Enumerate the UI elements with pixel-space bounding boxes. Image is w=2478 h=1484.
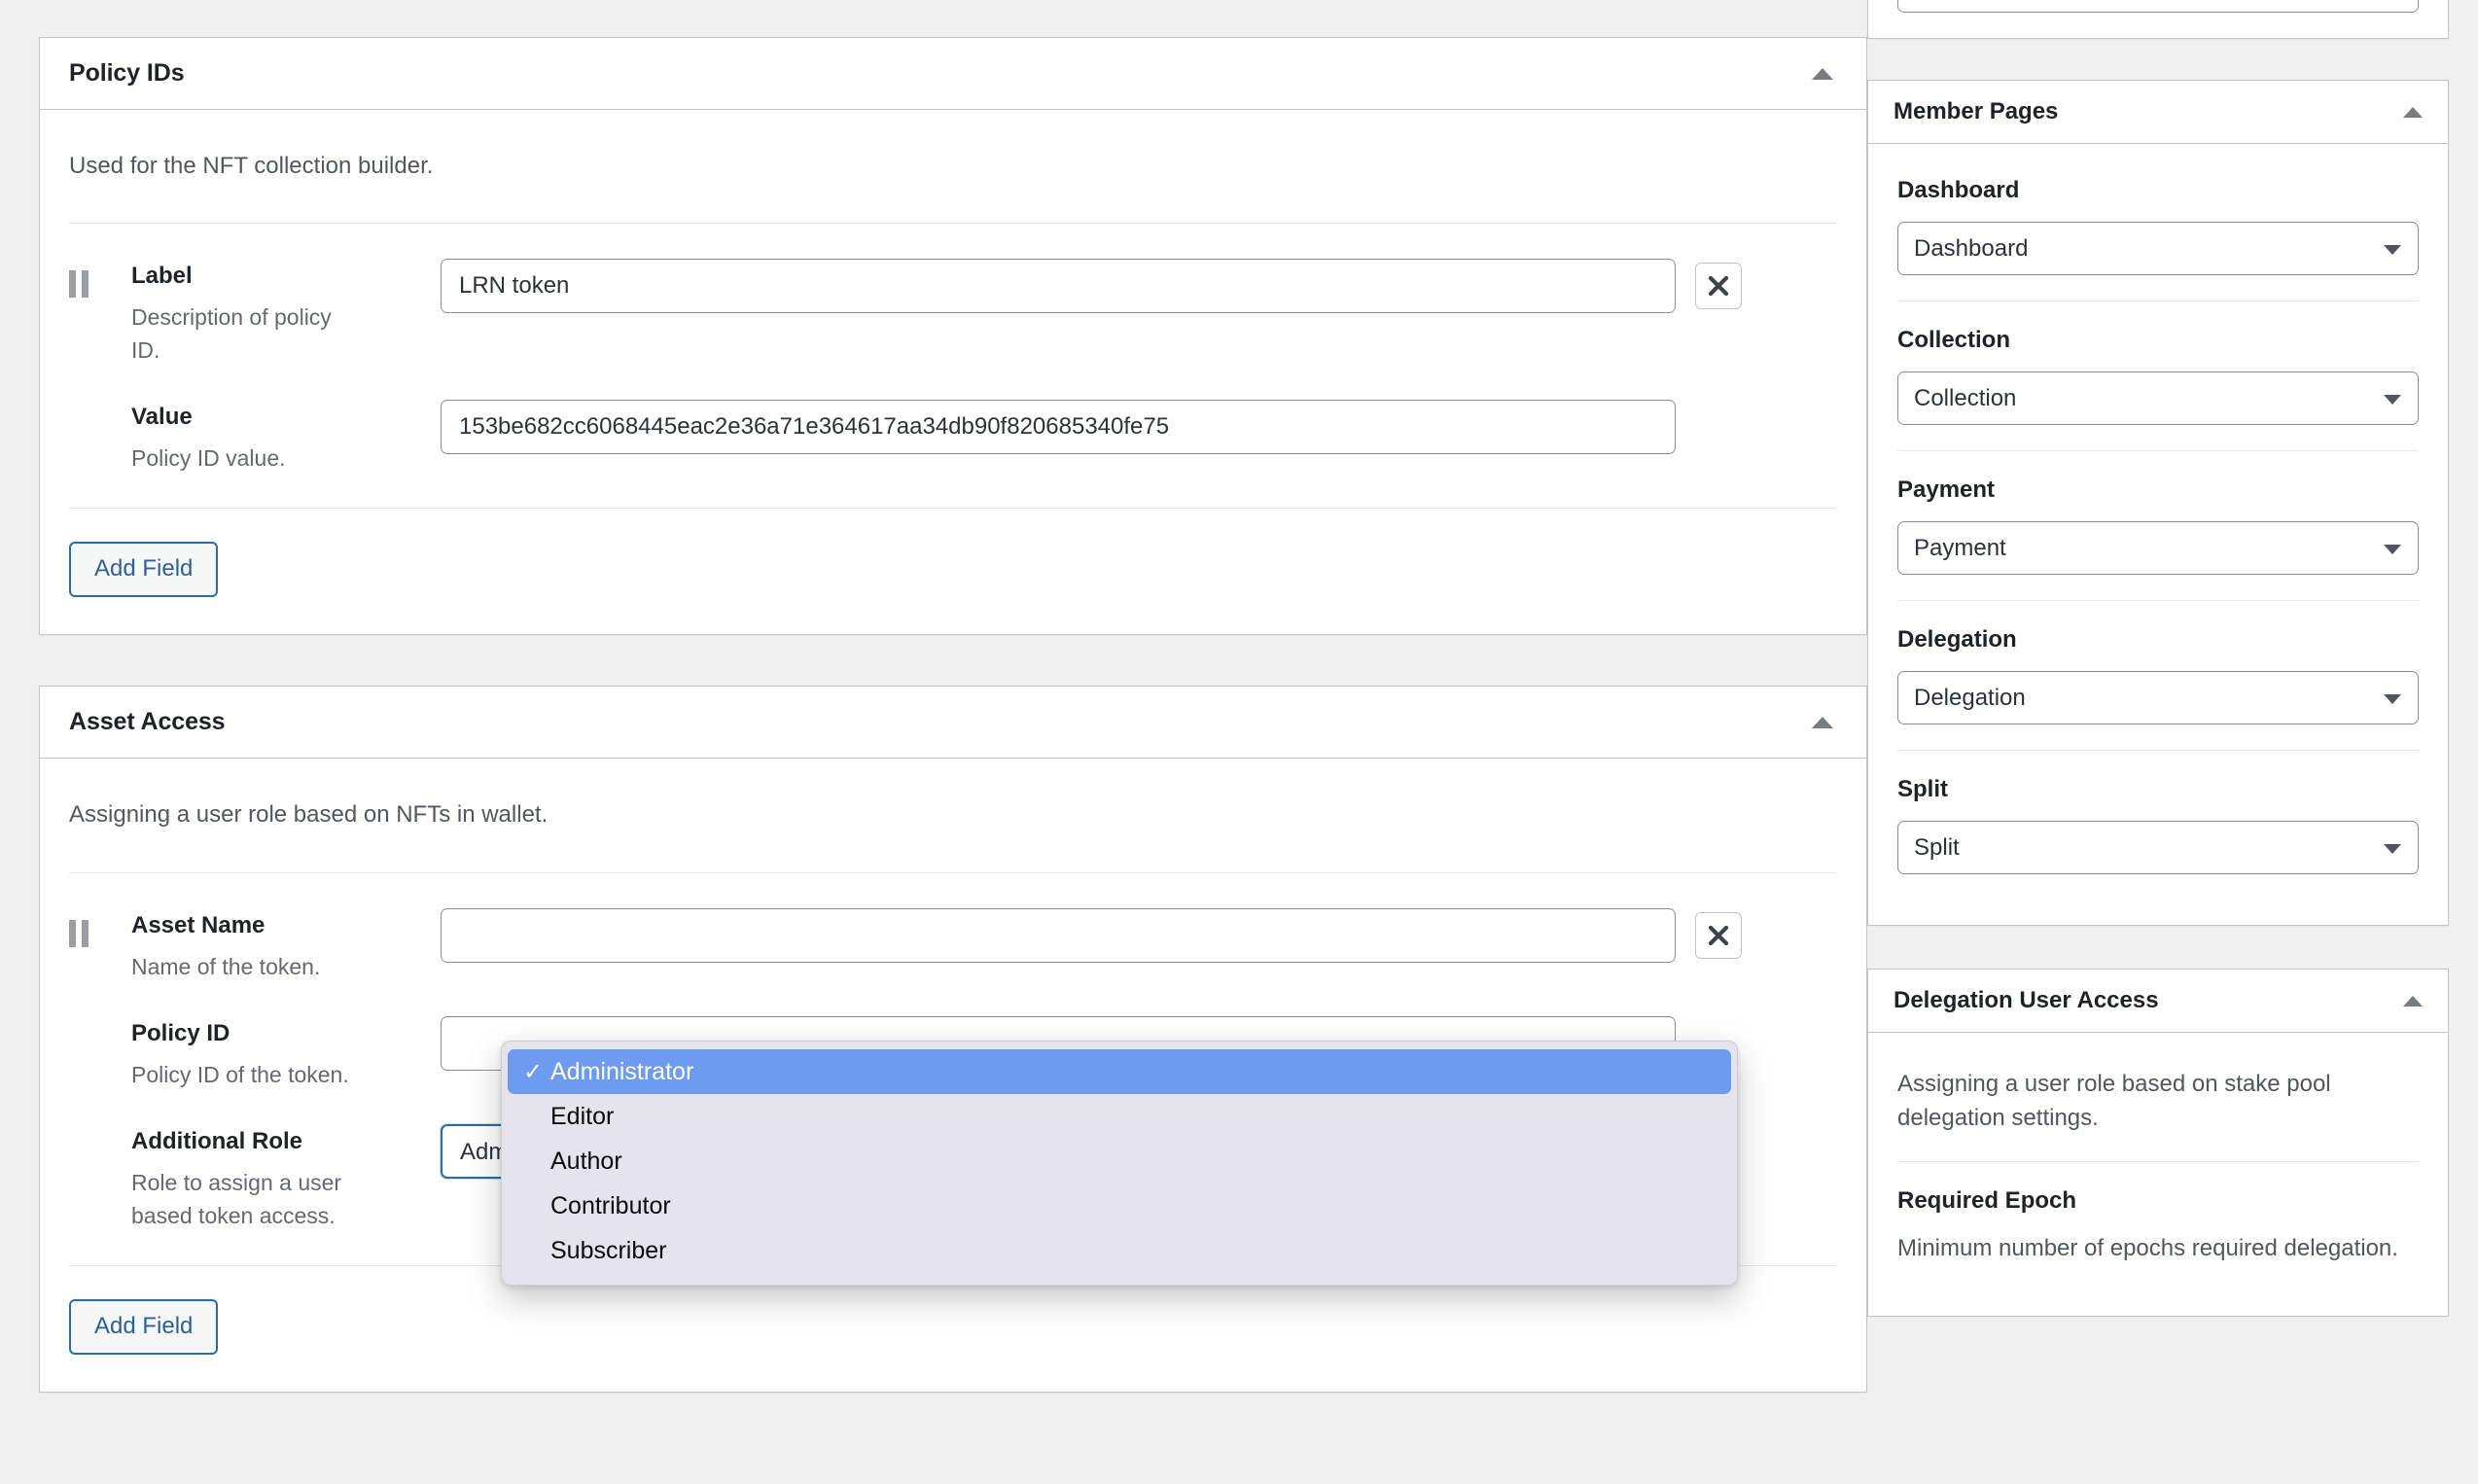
dropdown-option-subscriber[interactable]: Subscriber [508, 1228, 1731, 1273]
field-group-policy-ids: Label Description of policy ID. LRN toke… [69, 224, 1837, 634]
sidebar-field-label: Collection [1897, 327, 2011, 353]
collection-page-select[interactable]: Collection [1897, 371, 2419, 425]
caret-up-icon[interactable] [2403, 106, 2423, 118]
field-label-column: Policy ID Policy ID of the token. [96, 1016, 349, 1091]
field-label: Policy ID [131, 1019, 230, 1046]
caret-up-icon[interactable] [1812, 67, 1833, 80]
sidebar-panel-title: Member Pages [1894, 98, 2059, 124]
select-box: Dashboard [1897, 222, 2419, 275]
add-field-button[interactable]: Add Field [69, 1298, 219, 1355]
split-page-select[interactable]: Split [1897, 821, 2419, 874]
sidebar-field-label: Required Epoch [1897, 1186, 2077, 1214]
dropdown-option-label: Subscriber [550, 1236, 667, 1264]
select-box: Payment [1897, 521, 2419, 575]
sidebar-field-label: Split [1897, 776, 1948, 802]
sidebar-panel-title: Delegation User Access [1894, 987, 2159, 1013]
panel-title: Asset Access [69, 708, 226, 736]
field-label-column: Value Policy ID value. [96, 400, 349, 475]
delegation-page-select[interactable]: Delegation [1897, 671, 2419, 724]
panel-description: Assigning a user role based on NFTs in w… [69, 759, 1837, 873]
field-row-asset-name: Asset Name Name of the token. [69, 907, 1837, 983]
sidebar-text-input[interactable] [1897, 0, 2419, 13]
field-help-text: Role to assign a user based token access… [131, 1170, 342, 1228]
caret-up-icon[interactable] [1812, 716, 1833, 728]
field-input-column [441, 400, 1676, 455]
sidebar-panel-partial [1867, 0, 2449, 39]
panel-asset-access: Asset Access Assigning a user role based… [39, 686, 1867, 1393]
field-help-text: Description of policy ID. [131, 304, 332, 363]
dropdown-option-administrator[interactable]: ✓ Administrator [508, 1049, 1731, 1094]
field-label: Additional Role [131, 1128, 302, 1155]
field-help-text: Name of the token. [131, 953, 321, 979]
sidebar-panel-description: Assigning a user role based on stake poo… [1897, 1041, 2419, 1162]
main-content-column: Policy IDs Used for the NFT collection b… [0, 0, 1867, 1443]
sidebar-field-label: Delegation [1897, 626, 2017, 653]
field-label-column: Asset Name Name of the token. [96, 908, 349, 983]
sidebar-field-required-epoch: Required Epoch Minimum number of epochs … [1897, 1162, 2419, 1291]
sidebar-field-delegation: Delegation Delegation [1897, 601, 2419, 751]
sidebar-panel-member-pages: Member Pages Dashboard Dashboard Collect… [1867, 80, 2449, 926]
sidebar-body-member-pages: Dashboard Dashboard Collection Collectio… [1868, 144, 2448, 925]
sidebar-field-help: Minimum number of epochs required delega… [1897, 1234, 2398, 1261]
select-box: Split [1897, 821, 2419, 874]
dashboard-page-select[interactable]: Dashboard [1897, 222, 2419, 275]
close-x-icon [1708, 276, 1729, 297]
field-label: Label [131, 263, 193, 290]
dropdown-option-label: Contributor [550, 1191, 671, 1219]
remove-field-button[interactable] [1695, 911, 1742, 959]
sidebar-header-member-pages[interactable]: Member Pages [1868, 81, 2448, 144]
sidebar-header-delegation-user-access[interactable]: Delegation User Access [1868, 970, 2448, 1033]
check-icon: ✓ [523, 1058, 544, 1085]
dropdown-option-author[interactable]: Author [508, 1139, 1731, 1184]
drag-handle-icon[interactable] [69, 270, 96, 299]
sidebar-field-dashboard: Dashboard Dashboard [1897, 152, 2419, 301]
close-x-icon [1708, 925, 1729, 945]
panel-description: Used for the NFT collection builder. [69, 110, 1837, 225]
field-help-text: Policy ID of the token. [131, 1061, 349, 1087]
dropdown-option-label: Editor [550, 1102, 615, 1130]
select-box: Delegation [1897, 671, 2419, 724]
field-row-label: Label Description of policy ID. [69, 259, 1837, 367]
drag-handle-icon[interactable] [69, 919, 96, 947]
panel-header-policy-ids[interactable]: Policy IDs [40, 38, 1866, 110]
field-input-column [441, 907, 1742, 963]
field-row-value: Value Policy ID value. [69, 400, 1837, 475]
field-help-text: Policy ID value. [131, 445, 286, 472]
sidebar-body-delegation-user-access: Assigning a user role based on stake poo… [1868, 1033, 2448, 1316]
panel-title: Policy IDs [69, 59, 185, 87]
dropdown-option-contributor[interactable]: Contributor [508, 1184, 1731, 1228]
asset-name-input[interactable] [441, 907, 1676, 963]
caret-up-icon[interactable] [2403, 995, 2423, 1007]
dropdown-option-editor[interactable]: Editor [508, 1094, 1731, 1139]
panel-body-policy-ids: Used for the NFT collection builder. Lab… [40, 110, 1866, 634]
dropdown-option-label: Author [550, 1147, 622, 1175]
value-input[interactable] [441, 400, 1676, 455]
sidebar-partial-body [1868, 0, 2448, 38]
role-dropdown-popup[interactable]: ✓ Administrator Editor Author Contributo… [501, 1041, 1738, 1286]
panel-policy-ids: Policy IDs Used for the NFT collection b… [39, 37, 1867, 636]
settings-page: Policy IDs Used for the NFT collection b… [0, 0, 2478, 1484]
field-label: Asset Name [131, 911, 266, 938]
field-divider [69, 508, 1837, 510]
sidebar-field-payment: Payment Payment [1897, 451, 2419, 601]
sidebar-field-label: Payment [1897, 477, 1996, 503]
sidebar-field-split: Split Split [1897, 751, 2419, 900]
field-label-column: Label Description of policy ID. [96, 259, 349, 367]
field-input-column [441, 259, 1742, 314]
field-label-column: Additional Role Role to assign a user ba… [96, 1124, 349, 1232]
panel-header-asset-access[interactable]: Asset Access [40, 687, 1866, 760]
dropdown-option-label: Administrator [550, 1057, 694, 1085]
sidebar-field-collection: Collection Collection [1897, 301, 2419, 451]
sidebar-panel-delegation-user-access: Delegation User Access Assigning a user … [1867, 969, 2449, 1318]
field-label: Value [131, 404, 193, 431]
sidebar-field-label: Dashboard [1897, 177, 2020, 203]
payment-page-select[interactable]: Payment [1897, 521, 2419, 575]
select-box: Collection [1897, 371, 2419, 425]
remove-field-button[interactable] [1695, 263, 1742, 310]
label-input[interactable] [441, 259, 1676, 314]
sidebar-column: Member Pages Dashboard Dashboard Collect… [1867, 0, 2478, 1360]
add-field-button[interactable]: Add Field [69, 542, 219, 598]
